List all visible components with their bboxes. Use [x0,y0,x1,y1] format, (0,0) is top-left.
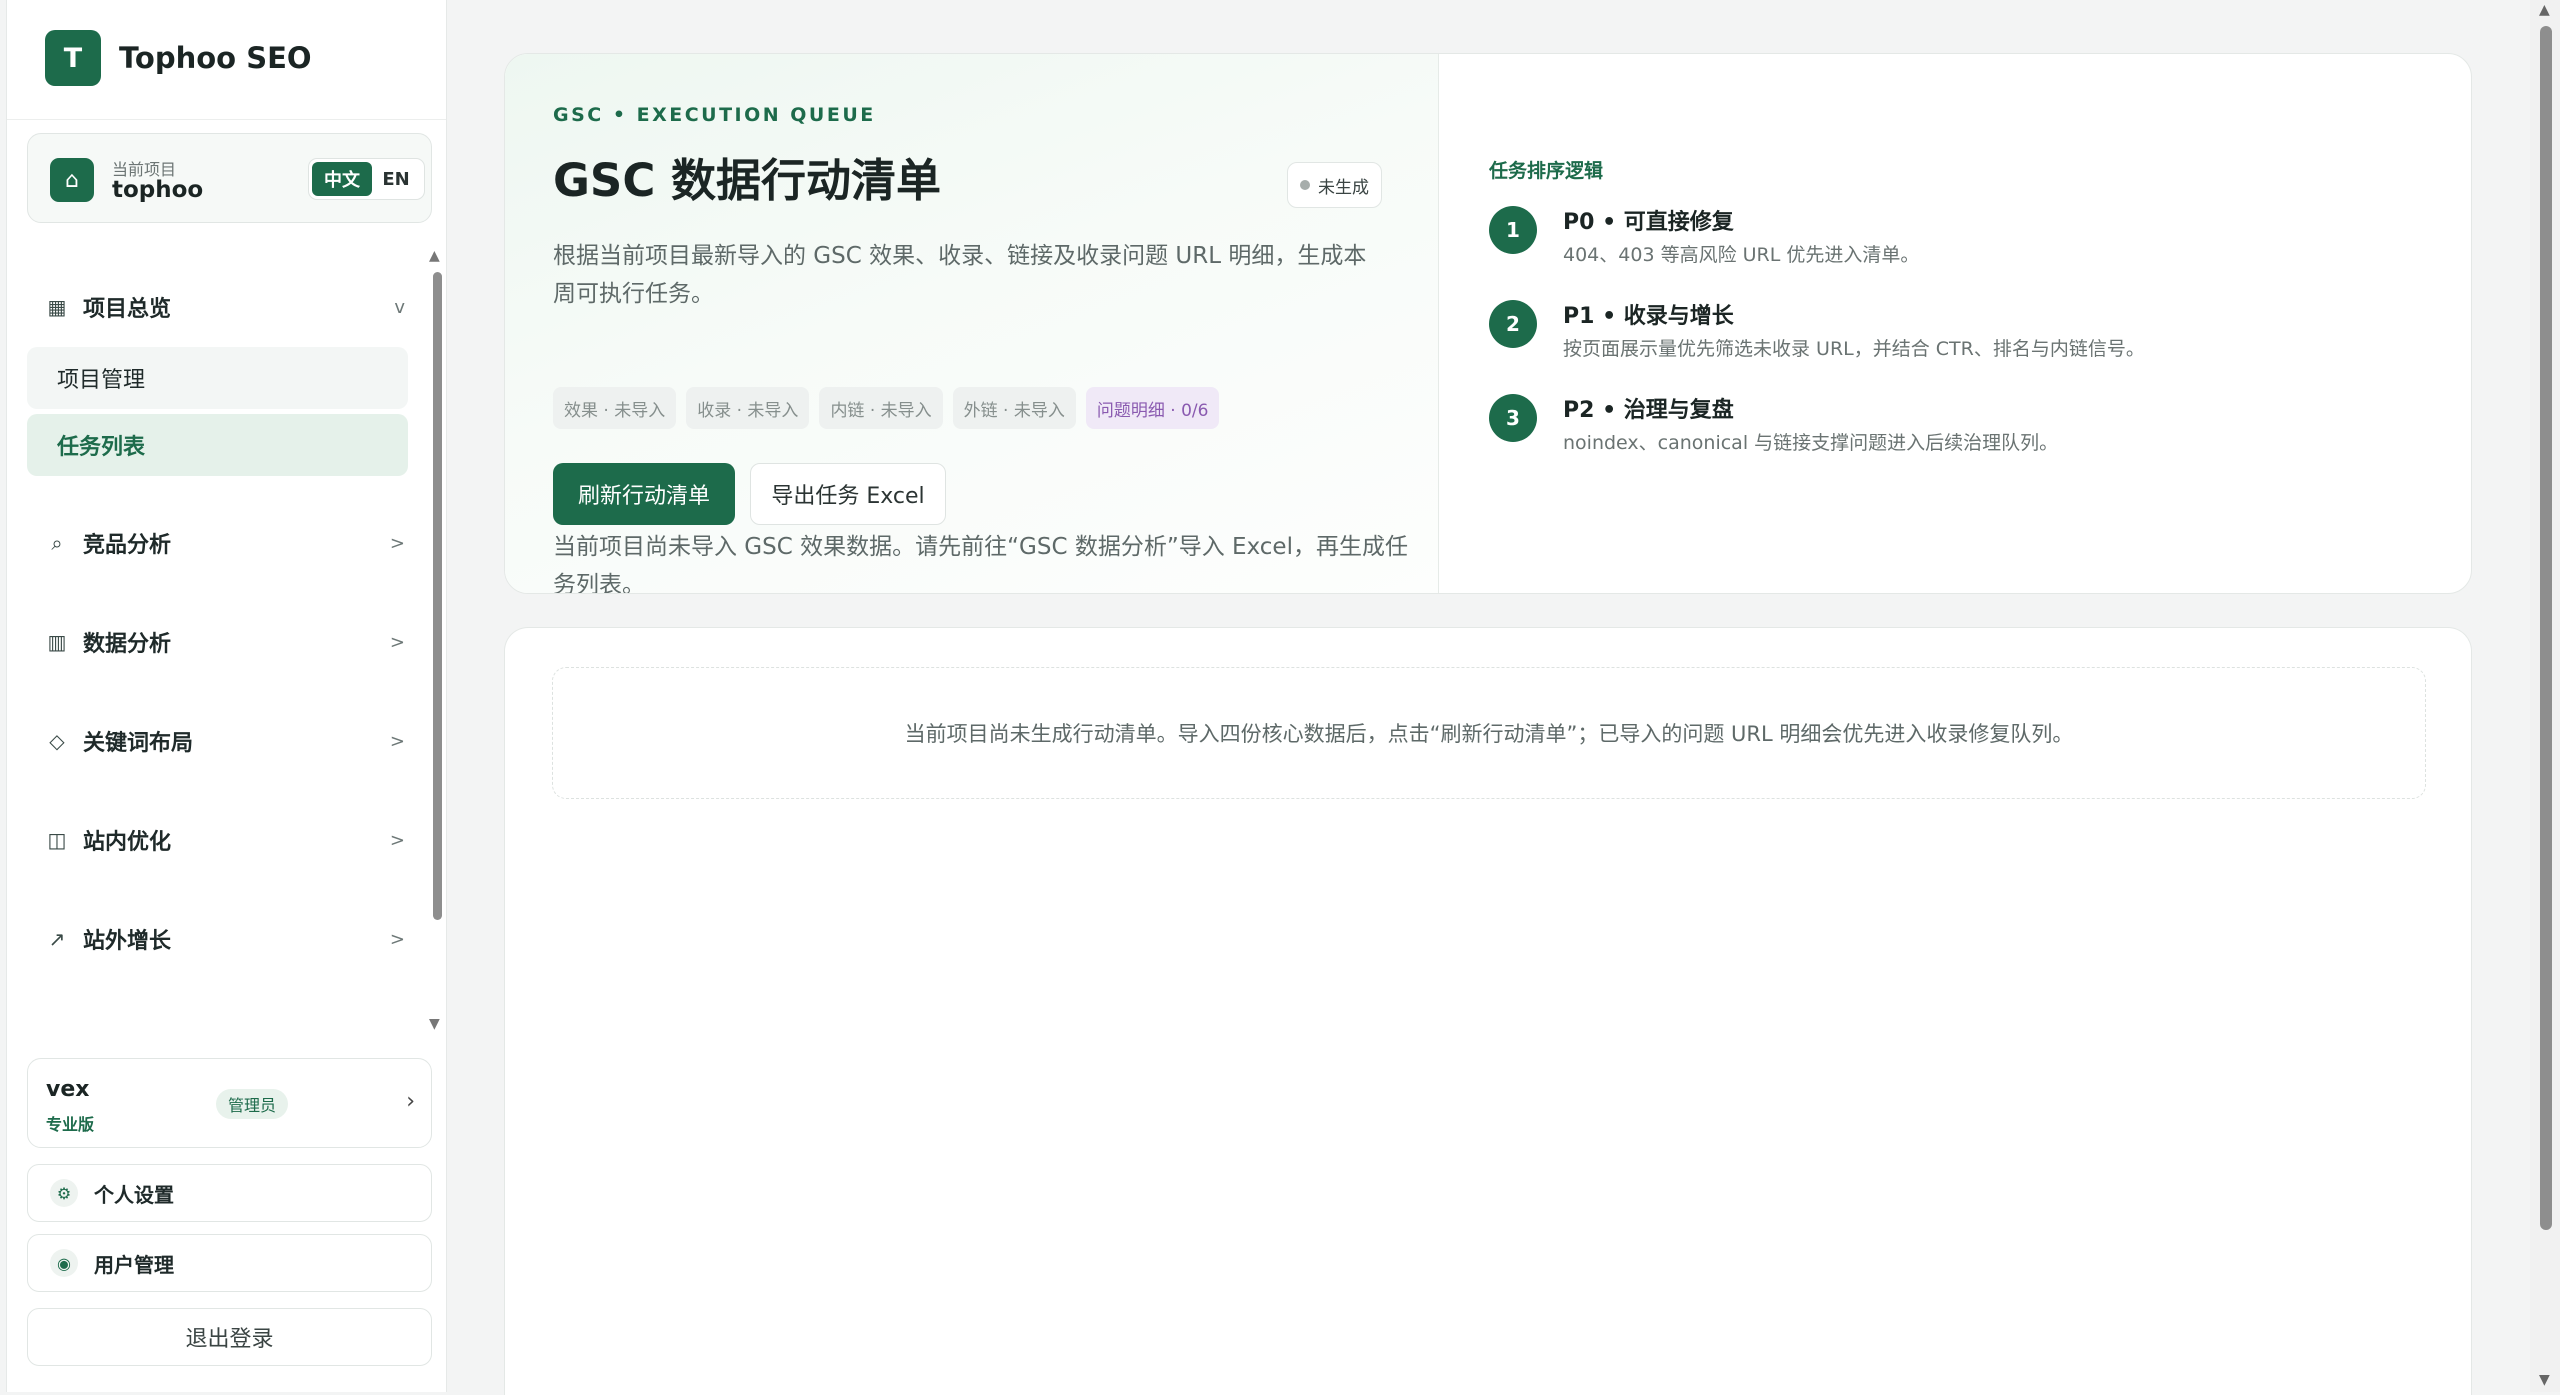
project-name: tophoo [112,177,204,203]
current-project-card[interactable]: ⌂ 当前项目 tophoo 中文 EN [27,133,432,223]
sidebar: T Tophoo SEO ⌂ 当前项目 tophoo 中文 EN ▦ 项目总览 … [6,0,447,1392]
menu-group-label: 竞品分析 [83,533,172,558]
chevron-right-icon: > [389,829,405,851]
home-icon: ⌂ [50,158,94,202]
user-circle-icon: ◉ [50,1249,78,1277]
menu-group-label: 数据分析 [83,632,172,657]
logic-description: noindex、canonical 与链接支撑问题进入后续治理队列。 [1563,432,2059,454]
role-badge: 管理员 [216,1089,289,1119]
page-scrollbar[interactable]: ▲ ▼ [2530,0,2560,1392]
chevron-right-icon: > [389,532,405,554]
scroll-down-icon[interactable]: ▼ [429,1016,440,1032]
search-icon: ⌕ [51,531,63,555]
action-list-panel: 当前项目尚未生成行动清单。导入四份核心数据后，点击“刷新行动清单”；已导入的问题… [504,627,2472,1395]
user-name: vex [46,1077,90,1102]
user-management-button[interactable]: ◉ 用户管理 [27,1234,432,1292]
logout-button[interactable]: 退出登录 [27,1308,432,1366]
columns-icon: ▥ [47,630,67,654]
lang-zh-button[interactable]: 中文 [312,162,372,196]
import-status-chips: 效果 · 未导入 收录 · 未导入 内链 · 未导入 外链 · 未导入 问题明细… [553,387,1229,429]
menu-group-label: 关键词布局 [83,731,194,756]
sidebar-scrollbar[interactable]: ▲ ▼ [425,248,445,1032]
chip-performance: 效果 · 未导入 [553,387,677,429]
status-text: 未生成 [1318,177,1369,198]
chevron-right-icon: > [389,631,405,653]
layout-icon: ◫ [47,828,67,852]
step-number: 2 [1489,300,1537,348]
user-plan: 专业版 [46,1115,95,1134]
chip-external-links: 外链 · 未导入 [952,387,1076,429]
user-card[interactable]: vex 专业版 管理员 › [27,1058,432,1148]
divider [7,119,446,120]
chevron-right-icon: > [389,928,405,950]
brand-name: Tophoo SEO [119,41,312,75]
chip-issue-details: 问题明细 · 0/6 [1085,387,1220,429]
brand-logo: T [45,30,101,86]
chip-indexing: 收录 · 未导入 [686,387,810,429]
menu-group-label: 站内优化 [83,830,172,855]
scrollbar-thumb[interactable] [433,272,442,920]
chevron-right-icon: > [389,730,405,752]
logic-heading: P1 • 收录与增长 [1563,304,1734,329]
refresh-action-list-button[interactable]: 刷新行动清单 [553,463,735,525]
menu-group-data-analysis[interactable]: ▥ 数据分析 > [45,622,405,662]
logic-heading: P2 • 治理与复盘 [1563,398,1734,423]
step-number: 3 [1489,394,1537,442]
menu-group-label: 站外增长 [83,929,172,954]
trend-up-icon: ↗ [48,927,66,951]
personal-settings-button[interactable]: ⚙ 个人设置 [27,1164,432,1222]
sorting-logic-title: 任务排序逻辑 [1489,160,1604,182]
action-label: 个人设置 [94,1182,174,1207]
menu-group-overview[interactable]: ▦ 项目总览 v [45,287,405,327]
scroll-down-icon[interactable]: ▼ [2539,1372,2550,1388]
lang-en-button[interactable]: EN [372,162,420,196]
hero-description: 根据当前项目最新导入的 GSC 效果、收录、链接及收录问题 URL 明细，生成本… [553,243,1367,307]
scroll-up-icon[interactable]: ▲ [2539,2,2550,18]
action-list-hero: GSC • EXECUTION QUEUE GSC 数据行动清单 未生成 根据当… [504,53,2472,594]
scrollbar-thumb[interactable] [2540,26,2552,1230]
menu-group-competitor[interactable]: ⌕ 竞品分析 > [45,523,405,563]
scroll-up-icon[interactable]: ▲ [429,248,440,264]
sidebar-item-project-management[interactable]: 项目管理 [27,347,408,409]
page-title: GSC 数据行动清单 [553,154,942,207]
export-excel-button[interactable]: 导出任务 Excel [750,463,946,525]
status-badge: 未生成 [1287,162,1382,208]
brand[interactable]: T Tophoo SEO [45,30,312,86]
chip-internal-links: 内链 · 未导入 [819,387,943,429]
menu-group-offsite[interactable]: ↗ 站外增长 > [45,919,405,959]
logic-heading: P0 • 可直接修复 [1563,210,1734,235]
menu-group-label: 项目总览 [83,297,172,322]
chevron-right-icon: › [406,1089,415,1114]
step-number: 1 [1489,206,1537,254]
logic-description: 按页面展示量优先筛选未收录 URL，并结合 CTR、排名与内链信号。 [1563,338,2145,360]
sidebar-menu: ▦ 项目总览 v 项目管理 任务列表 ⌕ 竞品分析 > ▥ 数据分析 > ◇ 关… [7,240,447,1038]
action-label: 用户管理 [94,1252,174,1277]
grid-icon: ▦ [47,295,67,319]
logic-description: 404、403 等高风险 URL 优先进入清单。 [1563,244,1920,266]
import-warning: 当前项目尚未导入 GSC 效果数据。请先前往“GSC 数据分析”导入 Excel… [553,534,1408,594]
eyebrow: GSC • EXECUTION QUEUE [553,104,876,126]
empty-state: 当前项目尚未生成行动清单。导入四份核心数据后，点击“刷新行动清单”；已导入的问题… [552,667,2426,799]
chevron-down-icon: v [394,296,405,318]
menu-group-onsite[interactable]: ◫ 站内优化 > [45,820,405,860]
language-switch: 中文 EN [308,158,425,200]
gear-icon: ⚙ [50,1179,78,1207]
status-dot-icon [1300,180,1310,190]
hero-left-panel: GSC • EXECUTION QUEUE GSC 数据行动清单 未生成 根据当… [505,54,1439,594]
menu-group-keywords[interactable]: ◇ 关键词布局 > [45,721,405,761]
diamond-icon: ◇ [49,729,65,753]
sidebar-item-task-list[interactable]: 任务列表 [27,414,408,476]
